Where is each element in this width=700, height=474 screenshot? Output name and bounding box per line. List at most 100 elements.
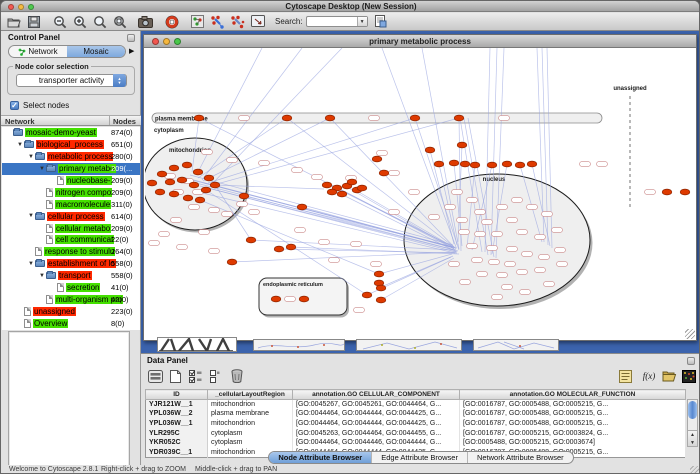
- column-header[interactable]: _cellularLayoutRegion: [208, 390, 293, 400]
- column-header[interactable]: annotation.GO MOLECULAR_FUNCTION: [460, 390, 686, 400]
- table-row[interactable]: YLR295Ccytoplasm[GO:0045263, GO:0044464,…: [146, 428, 686, 438]
- network-node[interactable]: [357, 185, 367, 191]
- node-label[interactable]: [535, 268, 546, 273]
- tree-item-cell-communicat[interactable]: cell communicat22(0): [2, 234, 140, 246]
- search-dropdown-icon[interactable]: ▼: [357, 17, 367, 26]
- table-row[interactable]: YJR121W__1mitochondrion[GO:0045267, GO:0…: [146, 400, 686, 410]
- node-label[interactable]: [557, 262, 568, 267]
- tree-item-establishment-of-lo[interactable]: ▼establishment of lo558(0): [2, 258, 140, 270]
- node-label[interactable]: [460, 280, 471, 285]
- node-label[interactable]: [520, 290, 531, 295]
- node-label[interactable]: [389, 171, 400, 176]
- node-label[interactable]: [259, 161, 270, 166]
- node-label[interactable]: [492, 232, 503, 237]
- network-node[interactable]: [434, 161, 444, 167]
- zoom-out-icon[interactable]: [52, 14, 67, 29]
- column-header[interactable]: ID: [146, 390, 208, 400]
- zoom-fit-icon[interactable]: [112, 14, 127, 29]
- node-label[interactable]: [319, 240, 330, 245]
- node-label[interactable]: [597, 162, 608, 167]
- node-label[interactable]: [489, 260, 500, 265]
- node-label[interactable]: [539, 255, 550, 260]
- network-node[interactable]: [470, 162, 480, 168]
- tab-network-attribute-browser[interactable]: Network Attribute Browser: [467, 452, 573, 463]
- network-node[interactable]: [680, 189, 690, 195]
- network-node[interactable]: [297, 204, 307, 210]
- node-label[interactable]: [329, 258, 340, 263]
- node-label[interactable]: [580, 162, 591, 167]
- network-node[interactable]: [347, 179, 357, 185]
- node-label[interactable]: [517, 270, 528, 275]
- table-scrollbar[interactable]: ▲▼: [687, 399, 698, 447]
- cell-value[interactable]: [GO:0016787, GO:0005488, GO:0005215, G..…: [460, 400, 686, 410]
- tree-item-response-to-stimulu[interactable]: response to stimulu264(0): [2, 246, 140, 258]
- delete-attribute-icon[interactable]: [229, 368, 245, 384]
- cell-id[interactable]: YPL036W__2: [146, 409, 208, 419]
- node-label[interactable]: [369, 116, 380, 121]
- network-node[interactable]: [410, 115, 420, 121]
- cell-value[interactable]: [GO:0005488, GO:0005215, GO:0003674]: [460, 438, 686, 448]
- tree-item-unassigned[interactable]: unassigned223(0): [2, 305, 140, 317]
- node-label[interactable]: [497, 205, 508, 210]
- node-label[interactable]: [149, 241, 160, 246]
- node-label[interactable]: [292, 168, 303, 173]
- network-node[interactable]: [457, 142, 467, 148]
- cell-id[interactable]: YPL036W__1: [146, 419, 208, 429]
- node-label[interactable]: [457, 218, 468, 223]
- node-label[interactable]: [544, 282, 555, 287]
- network-node[interactable]: [515, 162, 525, 168]
- layout-network-red-icon[interactable]: [230, 14, 245, 29]
- tab-edge-attribute-browser[interactable]: Edge Attribute Browser: [371, 452, 467, 463]
- network-node[interactable]: [201, 187, 211, 193]
- cell-value[interactable]: cytoplasm: [208, 428, 293, 438]
- tab-node-attribute-browser[interactable]: Node Attribute Browser: [269, 452, 371, 463]
- attribute-batch-editor-icon[interactable]: [617, 368, 633, 384]
- network-node[interactable]: [157, 171, 167, 177]
- tab-mosaic[interactable]: Mosaic: [67, 46, 125, 57]
- cell-id[interactable]: YJR121W__1: [146, 400, 208, 410]
- network-node[interactable]: [193, 169, 203, 175]
- tree-item-cellular-metabo[interactable]: cellular metabo209(0): [2, 222, 140, 234]
- cell-value[interactable]: [GO:0044464, GO:0044446, GO:0044444, G..…: [293, 438, 460, 448]
- node-label[interactable]: [445, 205, 456, 210]
- cell-value[interactable]: mitochondrion: [208, 400, 293, 410]
- network-node[interactable]: [322, 182, 332, 188]
- search-input[interactable]: ▼: [306, 16, 368, 27]
- node-label[interactable]: [209, 208, 220, 213]
- node-label[interactable]: [429, 215, 440, 220]
- attribute-select-icon[interactable]: [147, 368, 163, 384]
- zoom-in-icon[interactable]: [72, 14, 87, 29]
- save-session-icon[interactable]: [26, 14, 41, 29]
- tree-item-nitrogen-compo[interactable]: nitrogen compo209(0): [2, 186, 140, 198]
- unselect-attributes-icon[interactable]: [207, 368, 223, 384]
- select-all-attributes-icon[interactable]: [187, 368, 203, 384]
- network-node[interactable]: [147, 180, 157, 186]
- network-node[interactable]: [169, 165, 179, 171]
- network-node[interactable]: [210, 182, 220, 188]
- header-network[interactable]: Network: [5, 117, 35, 126]
- node-label[interactable]: [351, 242, 362, 247]
- cell-value[interactable]: cytoplasm: [208, 438, 293, 448]
- node-label[interactable]: [389, 210, 400, 215]
- zoom-selected-region-icon[interactable]: [92, 14, 107, 29]
- tree-item-overview[interactable]: Overview8(0): [2, 317, 140, 329]
- network-window-titlebar[interactable]: primary metabolic process: [144, 35, 696, 48]
- cell-value[interactable]: [GO:0045267, GO:0045261, GO:0044464, G..…: [293, 400, 460, 410]
- disclosure-triangle-icon[interactable]: ▼: [38, 273, 46, 279]
- network-node[interactable]: [449, 160, 459, 166]
- cell-value[interactable]: [GO:0016787, GO:0005488, GO:0005215, G..…: [460, 409, 686, 419]
- node-label[interactable]: [475, 232, 486, 237]
- network-node[interactable]: [362, 292, 372, 298]
- node-label[interactable]: [177, 245, 188, 250]
- network-node[interactable]: [337, 191, 347, 197]
- node-label[interactable]: [502, 285, 513, 290]
- cell-value[interactable]: [GO:0016787, GO:0005215, GO:0003824, G..…: [460, 428, 686, 438]
- network-node[interactable]: [286, 244, 296, 250]
- node-label[interactable]: [552, 228, 563, 233]
- node-label[interactable]: [237, 202, 248, 207]
- node-label[interactable]: [452, 190, 463, 195]
- window-resize-grip[interactable]: [685, 329, 695, 339]
- node-label[interactable]: [249, 210, 260, 215]
- node-label[interactable]: [171, 218, 182, 223]
- network-node[interactable]: [227, 259, 237, 265]
